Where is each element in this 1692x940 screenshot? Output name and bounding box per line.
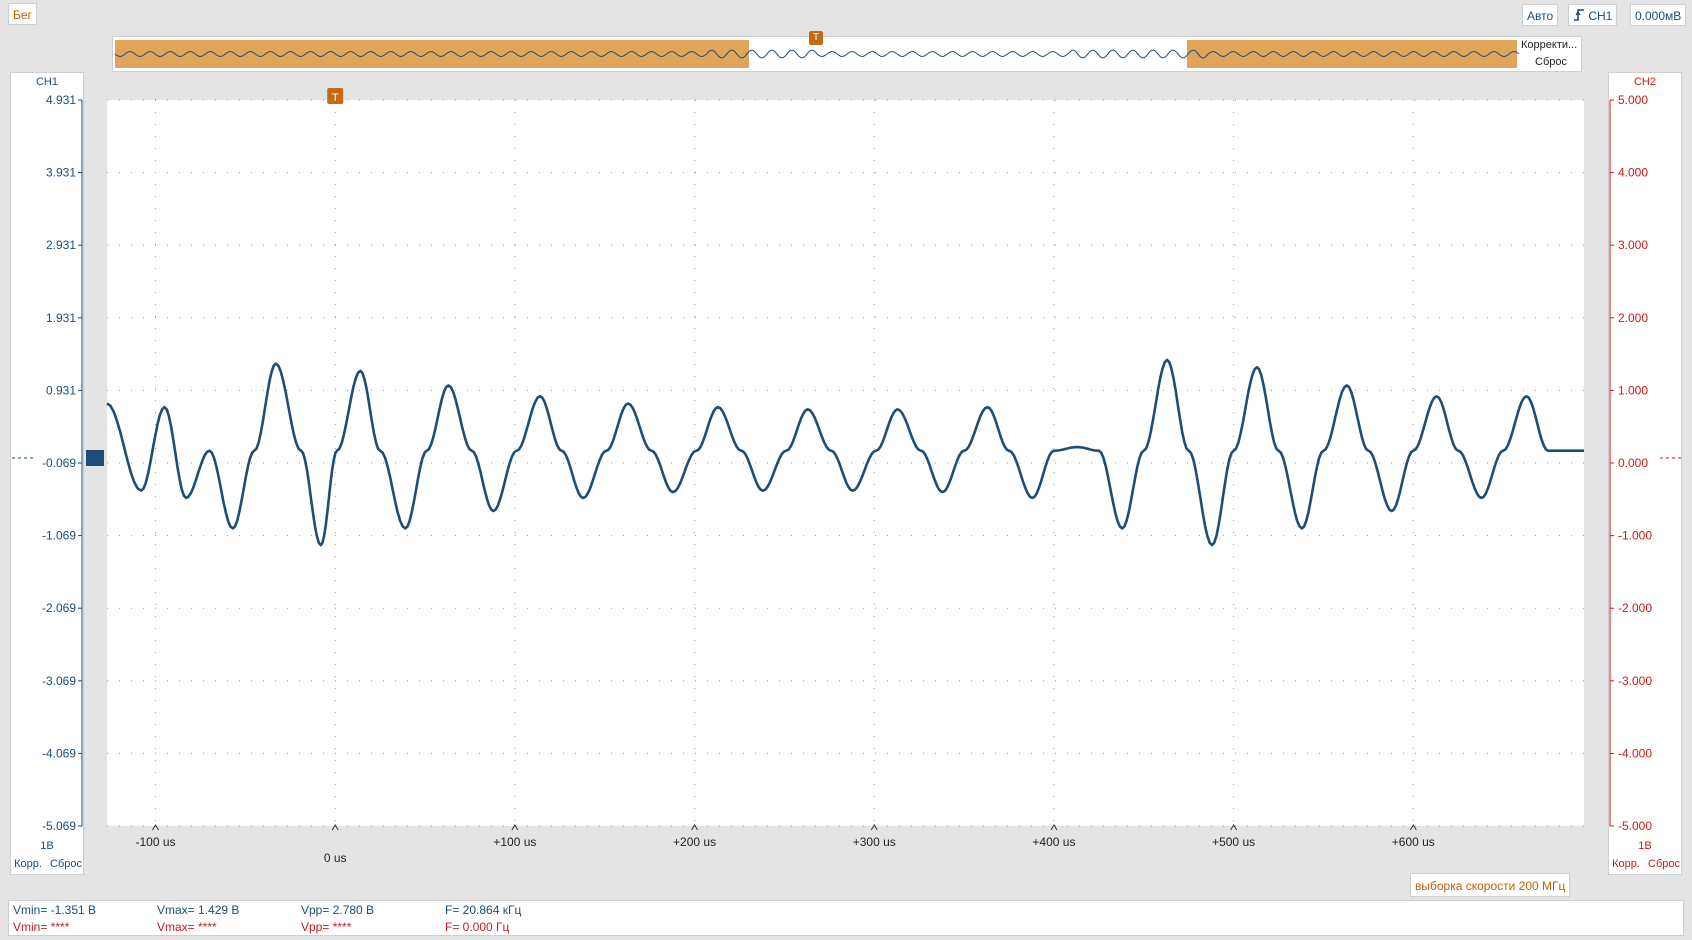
ch1-ground-marker[interactable] bbox=[86, 449, 104, 466]
ch2-tick-label: -1.000 bbox=[1618, 529, 1652, 543]
ch2-tick-label: 2.000 bbox=[1618, 311, 1648, 325]
ch1-tick-label: -1.069 bbox=[42, 529, 76, 543]
ch2-tick-label: -5.000 bbox=[1618, 819, 1652, 833]
x-tick-label: +300 us bbox=[853, 835, 896, 849]
ch1-vmax: Vmax= 1.429 В bbox=[157, 903, 240, 917]
ch1-tick-label: 2.931 bbox=[46, 238, 76, 252]
ch2-tick-label: 3.000 bbox=[1618, 238, 1648, 252]
ch2-tick-label: 5.000 bbox=[1618, 93, 1648, 107]
ch1-tick-label: 3.931 bbox=[46, 166, 76, 180]
ch1-tick-label: 0.931 bbox=[46, 383, 76, 397]
oscilloscope-plot[interactable]: 4.931 3.931 2.931 1.931 0.931 -0.069 -1.069 -2.… bbox=[0, 0, 1692, 900]
ch2-vpp: Vpp= **** bbox=[301, 920, 352, 934]
ch2-tick-label: -4.000 bbox=[1618, 746, 1652, 760]
ch1-tick-label: -2.069 bbox=[42, 601, 76, 615]
ch2-vmin: Vmin= **** bbox=[13, 920, 70, 934]
ch2-tick-label: 4.000 bbox=[1618, 166, 1648, 180]
x-tick-label: +600 us bbox=[1392, 835, 1435, 849]
ch2-tick-label: 1.000 bbox=[1618, 383, 1648, 397]
ch1-vpp: Vpp= 2.780 В bbox=[301, 903, 375, 917]
ch1-tick-label: -0.069 bbox=[42, 456, 76, 470]
x-tick-label: +500 us bbox=[1212, 835, 1255, 849]
plot-background bbox=[107, 100, 1584, 826]
trigger-marker-label: T bbox=[332, 92, 339, 104]
ch2-tick-label: -2.000 bbox=[1618, 601, 1652, 615]
ch1-tick-label: -4.069 bbox=[42, 746, 76, 760]
x-tick-label: -100 us bbox=[135, 835, 175, 849]
measurements-panel: Vmin= -1.351 В Vmax= 1.429 В Vpp= 2.780 … bbox=[8, 900, 1684, 936]
ch2-tick-label: -3.000 bbox=[1618, 674, 1652, 688]
ch1-vmin: Vmin= -1.351 В bbox=[13, 903, 97, 917]
ch2-vmax: Vmax= **** bbox=[157, 920, 217, 934]
x-tick-label: +100 us bbox=[493, 835, 536, 849]
ch1-tick-label: 1.931 bbox=[46, 311, 76, 325]
sample-rate-label: выборка скорости 200 МГц bbox=[1410, 873, 1571, 897]
ch2-freq: F= 0.000 Гц bbox=[445, 920, 510, 934]
ch2-tick-label: 0.000 bbox=[1618, 456, 1648, 470]
ch1-tick-label: 4.931 bbox=[46, 93, 76, 107]
x-tick-label: +200 us bbox=[673, 835, 716, 849]
ch1-tick-label: -5.069 bbox=[42, 819, 76, 833]
ch1-tick-label: -3.069 bbox=[42, 674, 76, 688]
x-tick-label: 0 us bbox=[324, 851, 347, 865]
ch1-freq: F= 20.864 кГц bbox=[445, 903, 522, 917]
x-tick-label: +400 us bbox=[1032, 835, 1075, 849]
